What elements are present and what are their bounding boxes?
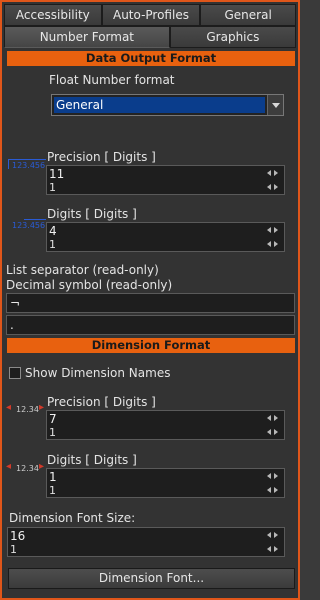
digits-sub-value: 1: [49, 238, 56, 251]
data-output-header: Data Output Format: [7, 51, 295, 66]
digits-icon-text: 123.456: [12, 221, 46, 230]
decimal-symbol-label: Decimal symbol (read-only): [6, 278, 173, 292]
dimension-precision-value: 7: [49, 412, 57, 426]
dimension-digits-value: 1: [49, 470, 57, 484]
digits-value: 4: [49, 224, 57, 238]
dimension-precision-label: Precision [ Digits ]: [47, 395, 156, 409]
digits-stepper[interactable]: 4 1: [46, 222, 285, 252]
stepper-arrows-icon[interactable]: [266, 412, 278, 424]
dimension-precision-stepper[interactable]: 7 1: [46, 410, 285, 440]
show-dimension-names-checkbox[interactable]: [9, 367, 21, 379]
dimension-precision-sub-value: 1: [49, 426, 56, 439]
precision-stepper[interactable]: 11 1: [46, 165, 285, 195]
decimal-symbol-field: .: [6, 315, 295, 335]
stepper-arrows-icon[interactable]: [266, 181, 278, 193]
options-panel: Accessibility Auto-Profiles General Numb…: [0, 0, 300, 600]
digits-label: Digits [ Digits ]: [47, 207, 137, 221]
stepper-arrows-icon[interactable]: [266, 224, 278, 236]
dimension-digits-icon-text: 12.34: [16, 464, 39, 473]
tab-row-top: Accessibility Auto-Profiles General: [4, 4, 296, 26]
stepper-arrows-icon[interactable]: [266, 470, 278, 482]
list-separator-field: ¬: [6, 293, 295, 313]
precision-sub-value: 1: [49, 181, 56, 194]
float-format-label: Float Number format: [49, 73, 175, 87]
float-format-select[interactable]: General: [51, 94, 284, 116]
dimension-font-size-stepper[interactable]: 16 1: [7, 527, 285, 557]
stepper-arrows-icon[interactable]: [266, 426, 278, 438]
show-dimension-names-label: Show Dimension Names: [25, 366, 171, 380]
stepper-arrows-icon[interactable]: [266, 167, 278, 179]
tab-number-format[interactable]: Number Format: [4, 26, 170, 48]
dimension-digits-icon: ◂ 12.34 ▸: [6, 461, 45, 473]
tab-row-bottom: Number Format Graphics: [4, 26, 296, 48]
tab-auto-profiles[interactable]: Auto-Profiles: [101, 4, 201, 26]
dimension-precision-icon-text: 12.34: [16, 405, 39, 414]
list-separator-label: List separator (read-only): [6, 263, 159, 277]
tab-accessibility[interactable]: Accessibility: [4, 4, 102, 26]
precision-label: Precision [ Digits ]: [47, 150, 156, 164]
digits-number-icon: 123.456: [8, 219, 48, 231]
stepper-arrows-icon[interactable]: [266, 484, 278, 496]
stepper-arrows-icon[interactable]: [266, 529, 278, 541]
dimension-font-size-value: 16: [10, 529, 26, 543]
dimension-font-size-label: Dimension Font Size:: [9, 511, 136, 525]
precision-value: 11: [49, 167, 65, 181]
float-format-value: General: [54, 97, 265, 113]
stepper-arrows-icon[interactable]: [266, 543, 278, 555]
precision-icon-text: 123.456: [12, 161, 46, 170]
stepper-arrows-icon[interactable]: [266, 238, 278, 250]
dimension-font-size-sub-value: 1: [10, 543, 17, 556]
dimension-digits-stepper[interactable]: 1 1: [46, 468, 285, 498]
chevron-down-icon[interactable]: [267, 95, 283, 115]
dimension-digits-sub-value: 1: [49, 484, 56, 497]
tab-graphics[interactable]: Graphics: [169, 26, 296, 48]
tab-general[interactable]: General: [200, 4, 296, 26]
dimension-digits-label: Digits [ Digits ]: [47, 453, 137, 467]
dimension-header: Dimension Format: [7, 338, 295, 353]
dimension-font-button[interactable]: Dimension Font...: [8, 568, 295, 589]
precision-number-icon: 123.456: [8, 159, 46, 171]
dimension-precision-icon: ◂ 12.34 ▸: [6, 402, 45, 414]
